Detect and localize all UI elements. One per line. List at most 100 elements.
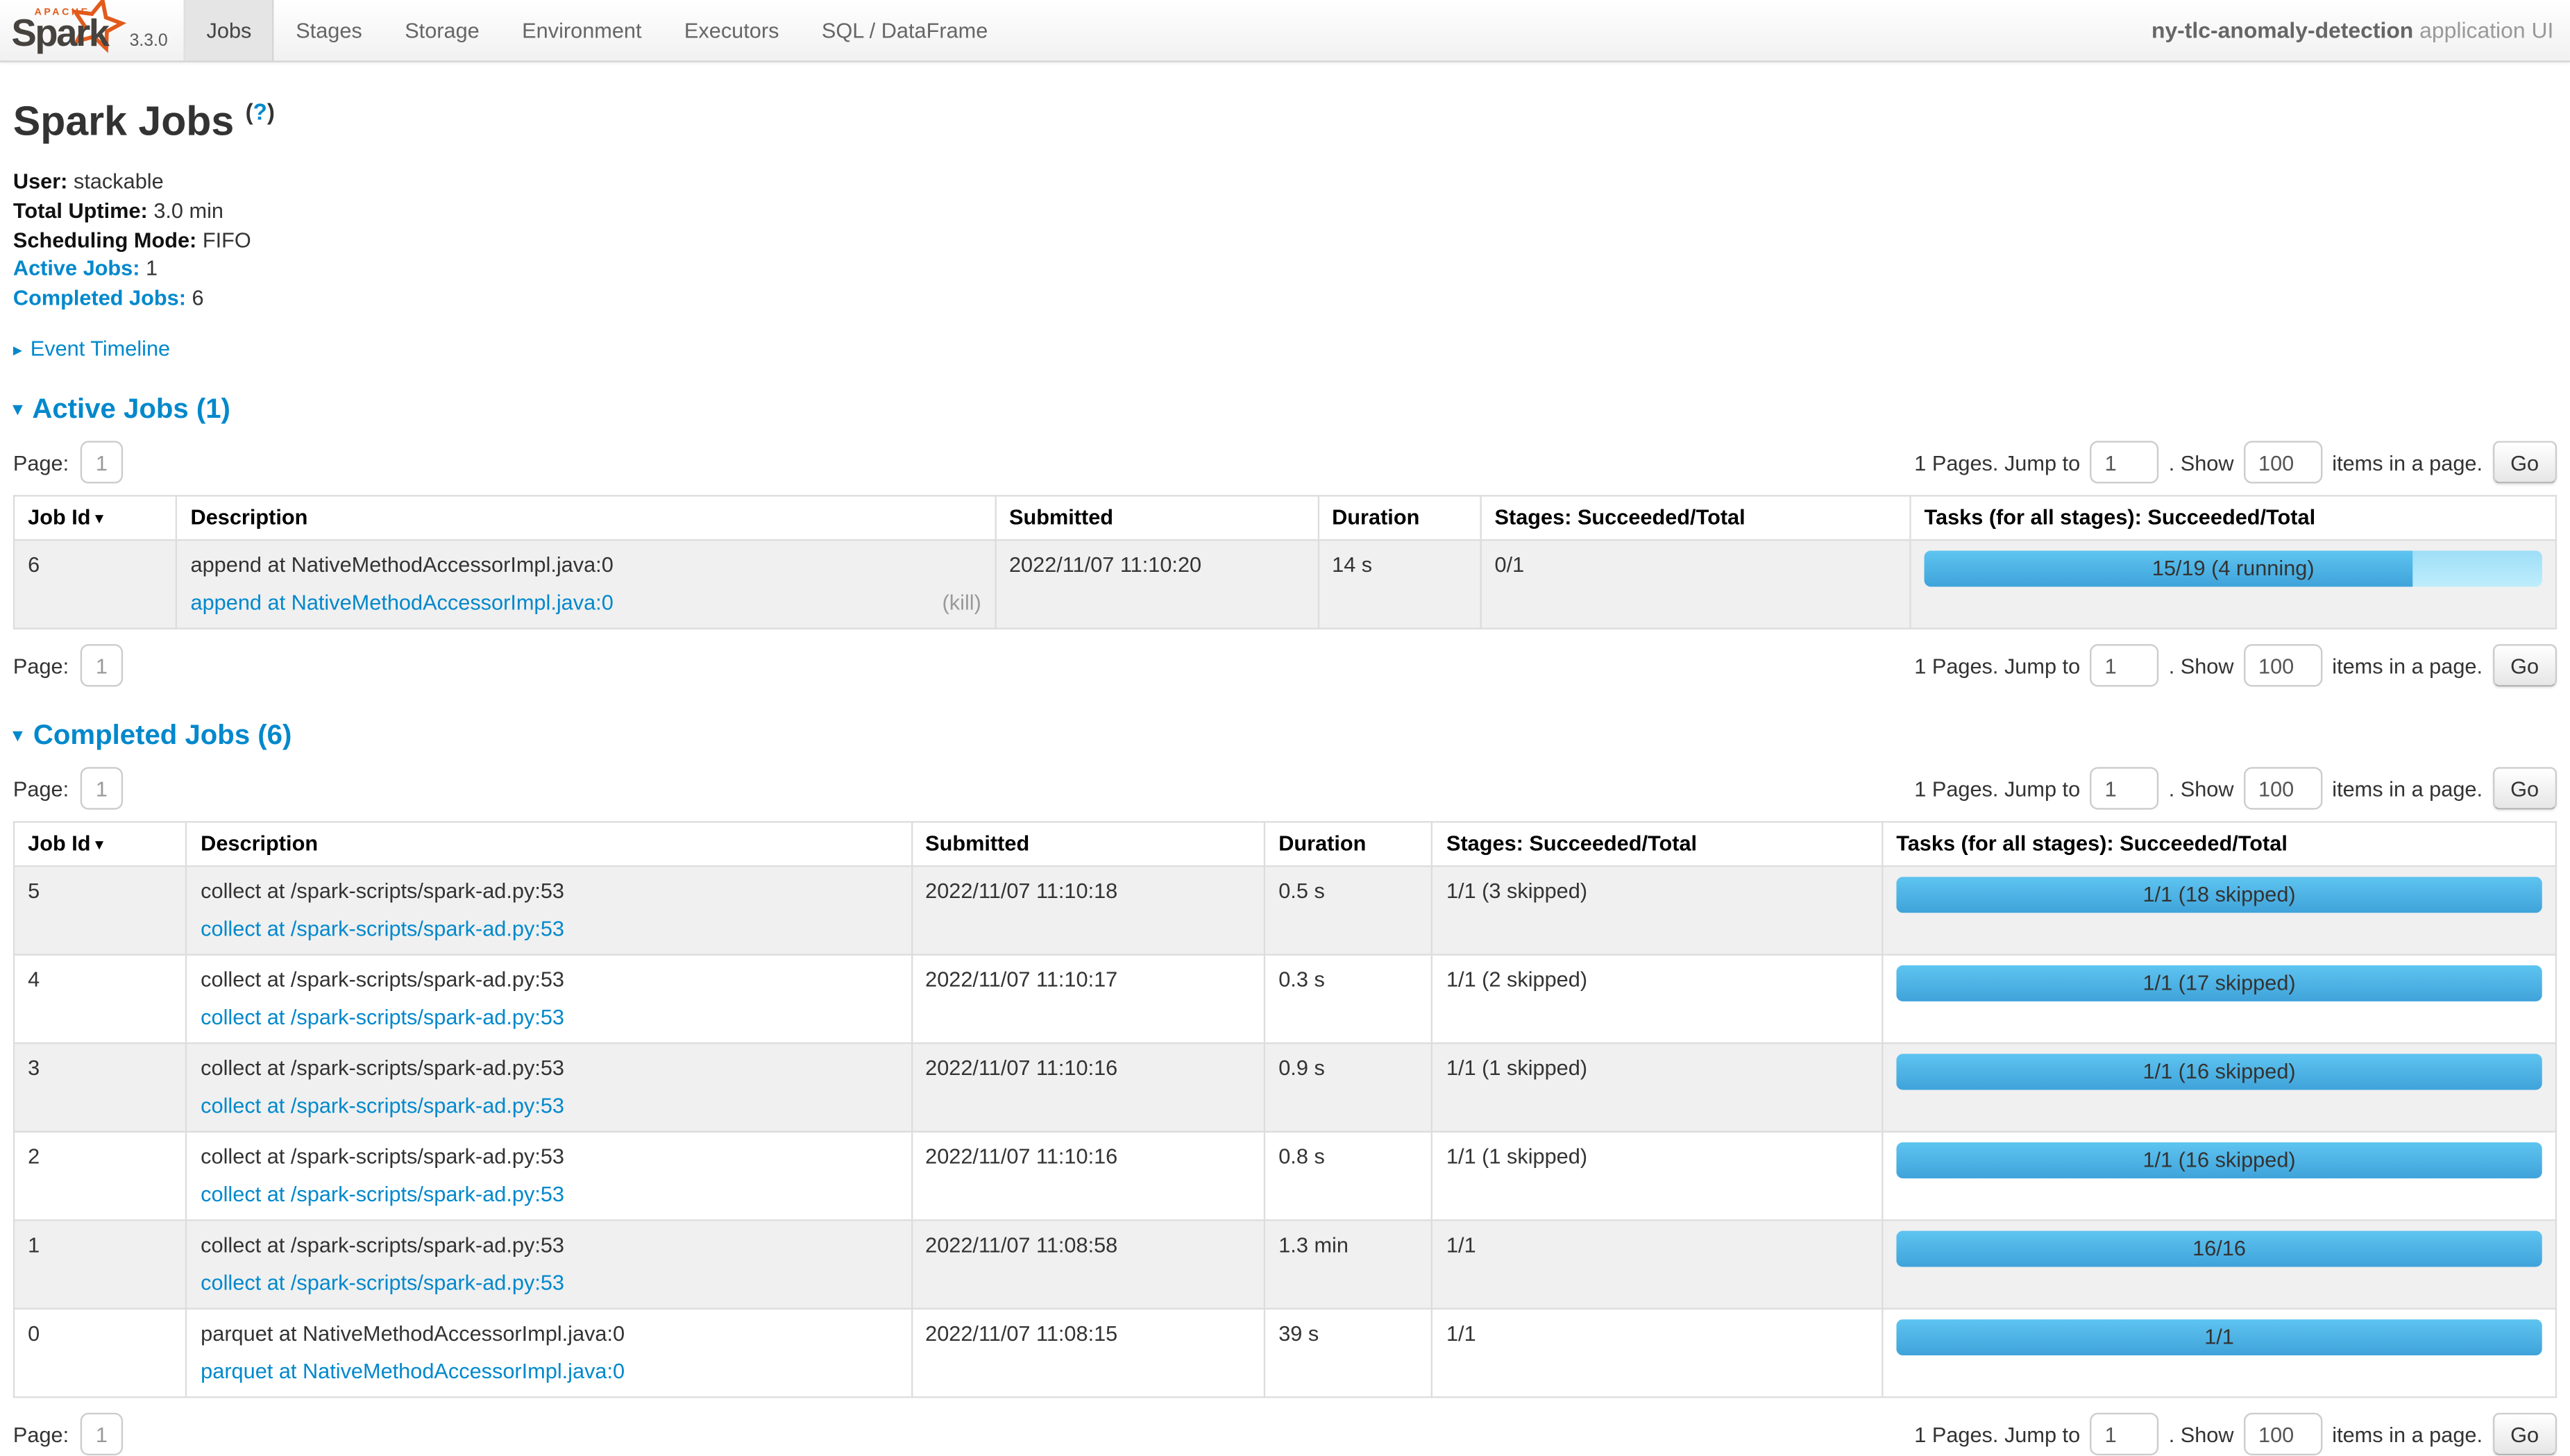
progress-label: 1/1 (18 skipped) xyxy=(1896,877,2542,913)
progress-label: 1/1 (16 skipped) xyxy=(1896,1143,2542,1179)
completed-jobs-table: Job Id▾ Description Submitted Duration S… xyxy=(13,822,2557,1398)
job-id-cell: 1 xyxy=(14,1221,187,1310)
navbar: APACHE Spark 3.3.0 Jobs Stages Storage E… xyxy=(0,0,2570,62)
description-cell: collect at /spark-scripts/spark-ad.py:53… xyxy=(187,867,911,956)
progress-label: 1/1 (16 skipped) xyxy=(1896,1054,2542,1090)
description-cell: parquet at NativeMethodAccessorImpl.java… xyxy=(187,1309,911,1398)
page-label: Page: xyxy=(13,450,69,475)
stages-cell: 0/1 xyxy=(1480,541,1910,629)
go-button[interactable]: Go xyxy=(2492,441,2557,484)
job-description-link[interactable]: collect at /spark-scripts/spark-ad.py:53 xyxy=(201,1092,564,1122)
job-description-link[interactable]: append at NativeMethodAccessorImpl.java:… xyxy=(191,589,614,619)
col-submitted[interactable]: Submitted xyxy=(911,822,1265,867)
table-row: 3 collect at /spark-scripts/spark-ad.py:… xyxy=(14,1044,2556,1133)
page-input[interactable] xyxy=(81,768,123,810)
active-jobs-heading[interactable]: ▾ Active Jobs (1) xyxy=(13,393,2557,426)
tasks-cell: 1/1 (18 skipped) xyxy=(1882,867,2556,956)
summary-user: User: stackable xyxy=(13,168,2557,197)
go-button[interactable]: Go xyxy=(2492,768,2557,810)
col-stages[interactable]: Stages: Succeeded/Total xyxy=(1480,496,1910,541)
job-summary: User: stackable Total Uptime: 3.0 min Sc… xyxy=(13,168,2557,312)
table-row: 6 append at NativeMethodAccessorImpl.jav… xyxy=(14,541,2556,629)
go-button[interactable]: Go xyxy=(2492,645,2557,687)
submitted-cell: 2022/11/07 11:10:16 xyxy=(911,1044,1265,1133)
col-description[interactable]: Description xyxy=(176,496,995,541)
tasks-cell: 1/1 xyxy=(1882,1309,2556,1398)
job-id-cell: 0 xyxy=(14,1309,187,1398)
task-progress-bar: 15/19 (4 running) xyxy=(1925,551,2542,587)
stages-cell: 1/1 (1 skipped) xyxy=(1432,1132,1882,1221)
items-per-page-input[interactable] xyxy=(2244,441,2322,484)
completed-jobs-link[interactable]: Completed Jobs: xyxy=(13,285,186,309)
jump-to-input[interactable] xyxy=(2090,441,2158,484)
job-description-link[interactable]: collect at /spark-scripts/spark-ad.py:53 xyxy=(201,915,564,945)
stages-cell: 1/1 xyxy=(1432,1309,1882,1398)
col-job-id[interactable]: Job Id▾ xyxy=(14,496,176,541)
table-row: 2 collect at /spark-scripts/spark-ad.py:… xyxy=(14,1132,2556,1221)
task-progress-bar: 16/16 xyxy=(1896,1231,2542,1267)
job-description-text: collect at /spark-scripts/spark-ad.py:53 xyxy=(201,1054,897,1084)
page-input[interactable] xyxy=(81,645,123,687)
summary-scheduling-mode: Scheduling Mode: FIFO xyxy=(13,226,2557,255)
kill-link[interactable]: (kill) xyxy=(942,589,981,619)
task-progress-bar: 1/1 (17 skipped) xyxy=(1896,966,2542,1002)
tab-storage[interactable]: Storage xyxy=(384,0,501,60)
job-description-link[interactable]: collect at /spark-scripts/spark-ad.py:53 xyxy=(201,1180,564,1210)
duration-cell: 39 s xyxy=(1265,1309,1432,1398)
go-button[interactable]: Go xyxy=(2492,1413,2557,1455)
submitted-cell: 2022/11/07 11:10:17 xyxy=(911,955,1265,1044)
tab-environment[interactable]: Environment xyxy=(500,0,663,60)
col-stages[interactable]: Stages: Succeeded/Total xyxy=(1432,822,1882,867)
jump-to-input[interactable] xyxy=(2090,1413,2158,1455)
summary-completed-jobs: Completed Jobs: 6 xyxy=(13,283,2557,312)
job-description-link[interactable]: parquet at NativeMethodAccessorImpl.java… xyxy=(201,1357,625,1387)
application-name: ny-tlc-anomaly-detection application UI xyxy=(2151,0,2570,60)
col-tasks[interactable]: Tasks (for all stages): Succeeded/Total xyxy=(1910,496,2555,541)
tab-executors[interactable]: Executors xyxy=(663,0,800,60)
active-jobs-link[interactable]: Active Jobs: xyxy=(13,256,140,280)
progress-label: 1/1 xyxy=(1896,1320,2542,1356)
table-row: 0 parquet at NativeMethodAccessorImpl.ja… xyxy=(14,1309,2556,1398)
stages-cell: 1/1 (1 skipped) xyxy=(1432,1044,1882,1133)
job-description-link[interactable]: collect at /spark-scripts/spark-ad.py:53 xyxy=(201,1004,564,1033)
col-duration[interactable]: Duration xyxy=(1265,822,1432,867)
progress-label: 15/19 (4 running) xyxy=(1925,551,2542,587)
description-cell: append at NativeMethodAccessorImpl.java:… xyxy=(176,541,995,629)
duration-cell: 0.8 s xyxy=(1265,1132,1432,1221)
job-description-link[interactable]: collect at /spark-scripts/spark-ad.py:53 xyxy=(201,1269,564,1299)
pagination-completed-top: Page: 1 Pages. Jump to . Show items in a… xyxy=(13,768,2557,810)
submitted-cell: 2022/11/07 11:10:20 xyxy=(995,541,1318,629)
items-text: items in a page. xyxy=(2332,450,2483,475)
duration-cell: 14 s xyxy=(1318,541,1480,629)
tasks-cell: 1/1 (16 skipped) xyxy=(1882,1132,2556,1221)
jump-to-input[interactable] xyxy=(2090,768,2158,810)
tab-jobs[interactable]: Jobs xyxy=(183,0,274,60)
submitted-cell: 2022/11/07 11:08:58 xyxy=(911,1221,1265,1310)
col-description[interactable]: Description xyxy=(187,822,911,867)
items-per-page-input[interactable] xyxy=(2244,768,2322,810)
tab-stages[interactable]: Stages xyxy=(274,0,383,60)
event-timeline-toggle[interactable]: ▸Event Timeline xyxy=(13,337,2557,361)
job-id-cell: 2 xyxy=(14,1132,187,1221)
expanded-arrow-icon: ▾ xyxy=(13,727,22,746)
submitted-cell: 2022/11/07 11:08:15 xyxy=(911,1309,1265,1398)
col-submitted[interactable]: Submitted xyxy=(995,496,1318,541)
spark-ui-page: APACHE Spark 3.3.0 Jobs Stages Storage E… xyxy=(0,0,2570,1346)
items-per-page-input[interactable] xyxy=(2244,1413,2322,1455)
col-tasks[interactable]: Tasks (for all stages): Succeeded/Total xyxy=(1882,822,2556,867)
spark-logo[interactable]: APACHE Spark 3.3.0 xyxy=(0,0,183,60)
help-icon[interactable]: (?) xyxy=(246,99,275,125)
page-input[interactable] xyxy=(81,441,123,484)
items-per-page-input[interactable] xyxy=(2244,645,2322,687)
tasks-cell: 1/1 (17 skipped) xyxy=(1882,955,2556,1044)
page-input[interactable] xyxy=(81,1413,123,1455)
collapsed-arrow-icon: ▸ xyxy=(13,341,22,361)
tab-sql-dataframe[interactable]: SQL / DataFrame xyxy=(800,0,1009,60)
job-id-cell: 6 xyxy=(14,541,176,629)
task-progress-bar: 1/1 (16 skipped) xyxy=(1896,1143,2542,1179)
col-duration[interactable]: Duration xyxy=(1318,496,1480,541)
col-job-id[interactable]: Job Id▾ xyxy=(14,822,187,867)
jump-to-input[interactable] xyxy=(2090,645,2158,687)
summary-uptime: Total Uptime: 3.0 min xyxy=(13,196,2557,226)
completed-jobs-heading[interactable]: ▾ Completed Jobs (6) xyxy=(13,720,2557,752)
